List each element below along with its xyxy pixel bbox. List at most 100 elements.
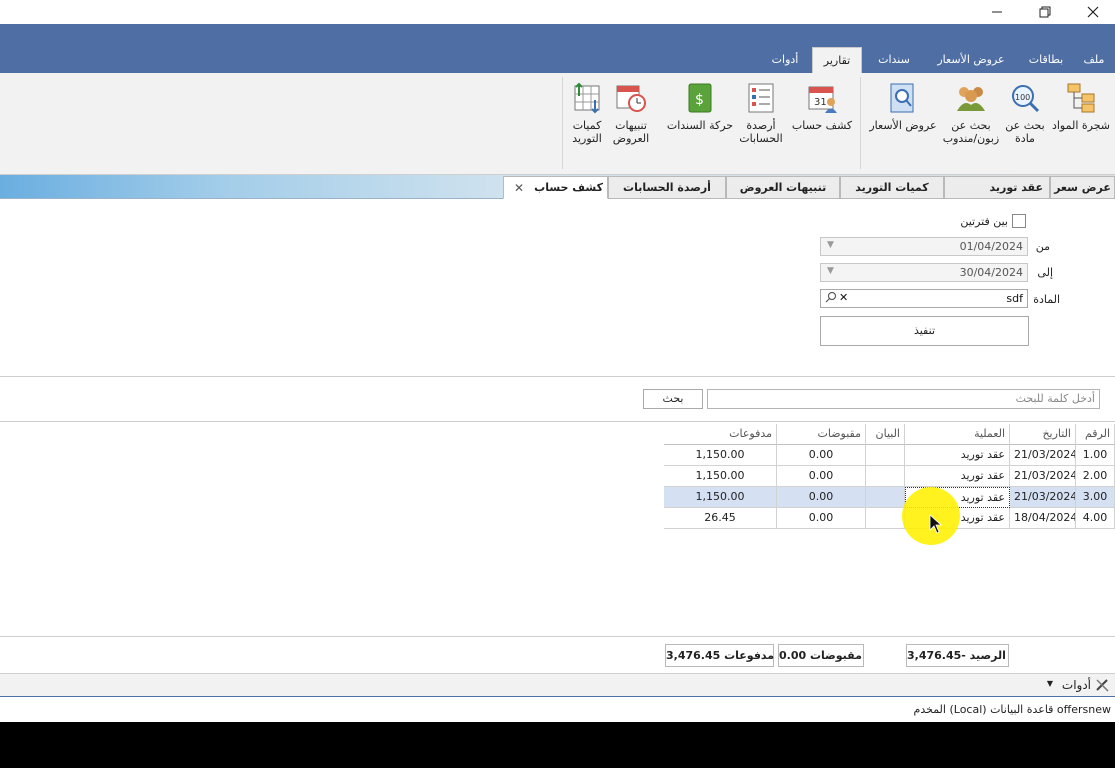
item-field[interactable]: ✕ sdf	[820, 289, 1028, 308]
cell-number[interactable]: 4.00	[1076, 508, 1115, 529]
table-arrows-icon	[570, 81, 604, 115]
voucher-movement-button[interactable]: $ حركة السندات	[664, 81, 736, 132]
execute-button[interactable]: تنفيذ	[820, 316, 1029, 346]
clear-icon[interactable]: ✕	[839, 291, 848, 304]
search-icon[interactable]	[825, 291, 837, 306]
table-row-selected[interactable]: 3.00 21/03/2024 عقد توريد 0.00 1,150.00	[664, 487, 1115, 508]
doc-tab-offer-alerts[interactable]: تنبيهات العروض	[726, 176, 840, 199]
ribbon-separator	[562, 77, 563, 169]
to-date-field[interactable]: ▼ 30/04/2024	[820, 263, 1028, 282]
cell-operation[interactable]: عقد توريد	[905, 466, 1010, 487]
cell-paid[interactable]: 1,150.00	[664, 466, 777, 487]
supply-quantities-button[interactable]: كميات التوريد	[566, 81, 608, 145]
ribbon-button-label: كميات التوريد	[572, 119, 602, 145]
cell-received[interactable]: 0.00	[777, 466, 866, 487]
ribbon-tab-bar: ملف بطاقات عروض الأسعار سندات تقارير أدو…	[0, 24, 1115, 73]
between-periods-checkbox[interactable]	[1012, 214, 1026, 228]
search-customer-button[interactable]: بحث عن زبون/مندوب	[940, 81, 1002, 145]
minimize-button[interactable]	[974, 0, 1020, 24]
black-area	[0, 722, 1115, 768]
cell-paid[interactable]: 1,150.00	[664, 487, 777, 508]
chevron-down-icon[interactable]: ▼	[827, 266, 834, 276]
cell-number[interactable]: 2.00	[1076, 466, 1115, 487]
cell-number[interactable]: 1.00	[1076, 445, 1115, 466]
doc-tab-label: كشف حساب	[534, 181, 603, 194]
list-icon	[744, 81, 778, 115]
column-header-description[interactable]: البيان	[866, 424, 905, 445]
close-window-button[interactable]	[1070, 0, 1115, 24]
mouse-cursor-icon	[929, 514, 943, 534]
table-row[interactable]: 4.00 18/04/2024 عقد توريد 0.00 26.45	[664, 508, 1115, 529]
cell-date[interactable]: 21/03/2024	[1010, 466, 1076, 487]
ribbon-button-label: بحث عن مادة	[1005, 119, 1045, 145]
offer-alerts-button[interactable]: تنبيهات العروض	[608, 81, 654, 145]
ribbon-button-label: بحث عن زبون/مندوب	[942, 119, 1000, 145]
table-row[interactable]: 2.00 21/03/2024 عقد توريد 0.00 1,150.00	[664, 466, 1115, 487]
search-item-button[interactable]: 100 بحث عن مادة	[1002, 81, 1048, 145]
document-tab-strip: عرض سعر عقد توريد كميات التوريد تنبيهات …	[0, 175, 1115, 199]
from-label: من	[1035, 240, 1050, 253]
item-value: sdf	[1006, 292, 1023, 305]
cell-received[interactable]: 0.00	[777, 487, 866, 508]
search-input[interactable]: أدخل كلمة للبحث	[707, 389, 1100, 409]
column-header-paid[interactable]: مدفوعات	[664, 424, 777, 445]
cell-description[interactable]	[866, 487, 905, 508]
column-header-operation[interactable]: العملية	[905, 424, 1010, 445]
cell-operation[interactable]: عقد توريد	[905, 445, 1010, 466]
quotations-report-button[interactable]: عروض الأسعار	[866, 81, 940, 132]
account-statement-button[interactable]: 31 كشف حساب	[790, 81, 854, 132]
doc-tab-supply-quantities[interactable]: كميات التوريد	[840, 176, 944, 199]
close-tab-icon[interactable]: ✕	[514, 177, 524, 199]
table-row[interactable]: 1.00 21/03/2024 عقد توريد 0.00 1,150.00	[664, 445, 1115, 466]
tab-file[interactable]: ملف	[1076, 47, 1112, 73]
tab-tools[interactable]: أدوات	[762, 47, 808, 73]
search-100-icon: 100	[1008, 81, 1042, 115]
ribbon-button-label: أرصدة الحسابات	[739, 119, 783, 145]
money-book-icon: $	[683, 81, 717, 115]
cell-number[interactable]: 3.00	[1076, 487, 1115, 508]
chevron-down-icon[interactable]: ▼	[1047, 679, 1053, 688]
items-tree-button[interactable]: شجرة المواد	[1048, 81, 1114, 132]
ribbon-button-label: شجرة المواد	[1051, 119, 1111, 132]
restore-icon	[1039, 6, 1051, 18]
doc-tab-supply-contract[interactable]: عقد توريد	[944, 176, 1050, 199]
doc-tab-account-balances[interactable]: أرصدة الحسابات	[608, 176, 726, 199]
doc-tab-quotation[interactable]: عرض سعر	[1050, 176, 1115, 199]
from-date-field[interactable]: ▼ 01/04/2024	[820, 237, 1028, 256]
column-header-received[interactable]: مقبوضات	[777, 424, 866, 445]
cell-date[interactable]: 18/04/2024	[1010, 508, 1076, 529]
cell-description[interactable]	[866, 445, 905, 466]
cell-description[interactable]	[866, 466, 905, 487]
column-header-date[interactable]: التاريخ	[1010, 424, 1076, 445]
tab-quotations[interactable]: عروض الأسعار	[926, 47, 1016, 73]
tab-reports[interactable]: تقارير	[812, 47, 862, 73]
divider	[0, 421, 1115, 422]
column-header-number[interactable]: الرقم	[1076, 424, 1115, 445]
doc-tab-account-statement[interactable]: كشف حساب ✕	[503, 176, 608, 199]
cell-received[interactable]: 0.00	[777, 508, 866, 529]
cell-date[interactable]: 21/03/2024	[1010, 445, 1076, 466]
calendar-alarm-icon	[614, 81, 648, 115]
cell-received[interactable]: 0.00	[777, 445, 866, 466]
cell-paid[interactable]: 26.45	[664, 508, 777, 529]
calendar-person-icon: 31	[805, 81, 839, 115]
paid-total: مدفوعات 3,476.45	[665, 644, 774, 667]
cell-date[interactable]: 21/03/2024	[1010, 487, 1076, 508]
chevron-down-icon[interactable]: ▼	[827, 240, 834, 250]
ribbon-button-label: عروض الأسعار	[869, 119, 937, 132]
svg-text:100: 100	[1015, 93, 1030, 102]
tab-cards[interactable]: بطاقات	[1020, 47, 1072, 73]
statement-panel: بين فترتين ▼ 01/04/2024 من ▼ 30/04/2024 …	[0, 199, 1115, 699]
cell-paid[interactable]: 1,150.00	[664, 445, 777, 466]
divider	[0, 376, 1115, 377]
tools-menu-label[interactable]: أدوات	[1062, 678, 1091, 692]
tools-icon[interactable]	[1095, 678, 1111, 695]
status-bar: المخدم (Local) قاعدة البيانات offersnew	[0, 698, 1115, 722]
to-date-value: 30/04/2024	[959, 266, 1023, 279]
search-button[interactable]: بحث	[643, 389, 703, 409]
minimize-icon	[992, 11, 1002, 13]
account-balances-button[interactable]: أرصدة الحسابات	[736, 81, 786, 145]
restore-button[interactable]	[1022, 0, 1068, 24]
tab-vouchers[interactable]: سندات	[866, 47, 922, 73]
cell-description[interactable]	[866, 508, 905, 529]
